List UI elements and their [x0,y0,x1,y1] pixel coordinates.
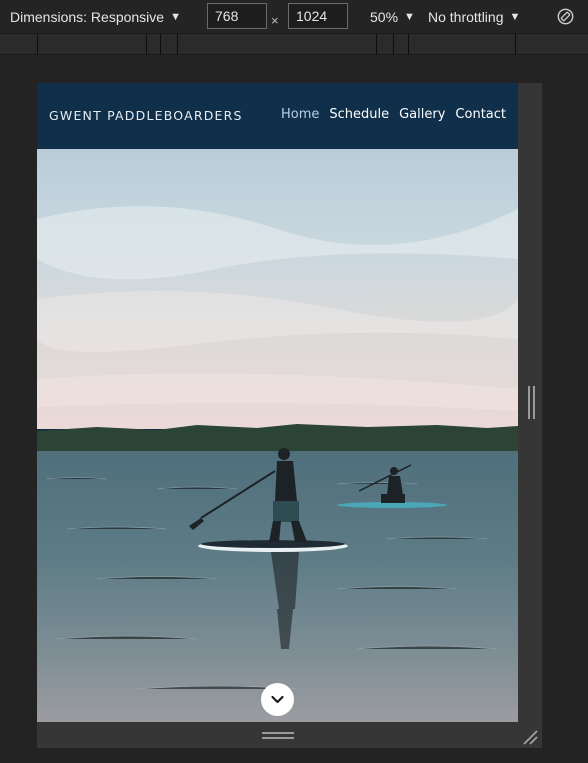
viewport-height-input[interactable]: 1024 [288,3,348,29]
device-frame: GWENT PADDLEBOARDERS Home Schedule Galle… [37,83,542,748]
rotate-icon [557,8,574,25]
nav-link-gallery[interactable]: Gallery [399,107,445,122]
dimensions-label: Dimensions: Responsive [10,8,165,25]
zoom-dropdown[interactable]: 50% ▼ [370,0,415,33]
resize-corner-icon[interactable] [521,728,539,746]
site-brand[interactable]: GWENT PADDLEBOARDERS [49,108,243,123]
site-header: GWENT PADDLEBOARDERS Home Schedule Galle… [37,83,518,149]
nav-link-home[interactable]: Home [281,107,319,122]
throttling-dropdown[interactable]: No throttling ▼ [428,0,520,33]
ruler-tick [177,34,178,55]
devtools-toolbar: Dimensions: Responsive ▼ 768 × 1024 50% … [0,0,588,33]
ruler-tick [393,34,394,55]
nav-link-schedule[interactable]: Schedule [329,107,389,122]
nav-link-contact[interactable]: Contact [455,107,506,122]
site-nav-links: Home Schedule Gallery Contact [281,107,506,122]
throttle-label: No throttling [428,8,504,25]
grip-vertical-icon[interactable] [528,386,535,419]
ruler-tick [160,34,161,55]
caret-down-icon: ▼ [170,10,181,23]
scroll-down-button[interactable] [261,683,294,716]
ruler-tick [376,34,377,55]
emulated-page: GWENT PADDLEBOARDERS Home Schedule Galle… [37,83,518,722]
ruler-tick [146,34,147,55]
ruler-tick [515,34,516,55]
grip-horizontal-icon[interactable] [262,732,294,739]
ruler-tick [408,34,409,55]
media-query-ruler[interactable] [0,33,588,55]
caret-down-icon: ▼ [509,10,521,23]
ruler-tick [37,34,38,55]
caret-down-icon: ▼ [404,10,415,23]
rotate-button[interactable] [557,0,575,33]
dimensions-dropdown[interactable]: Dimensions: Responsive ▼ [10,0,181,33]
hero-image [37,149,518,722]
zoom-label: 50% [370,8,399,25]
device-viewport-area: GWENT PADDLEBOARDERS Home Schedule Galle… [0,56,588,763]
chevron-down-icon [271,695,284,704]
paddleboarders-photo [37,149,518,722]
viewport-width-input[interactable]: 768 [207,3,267,29]
